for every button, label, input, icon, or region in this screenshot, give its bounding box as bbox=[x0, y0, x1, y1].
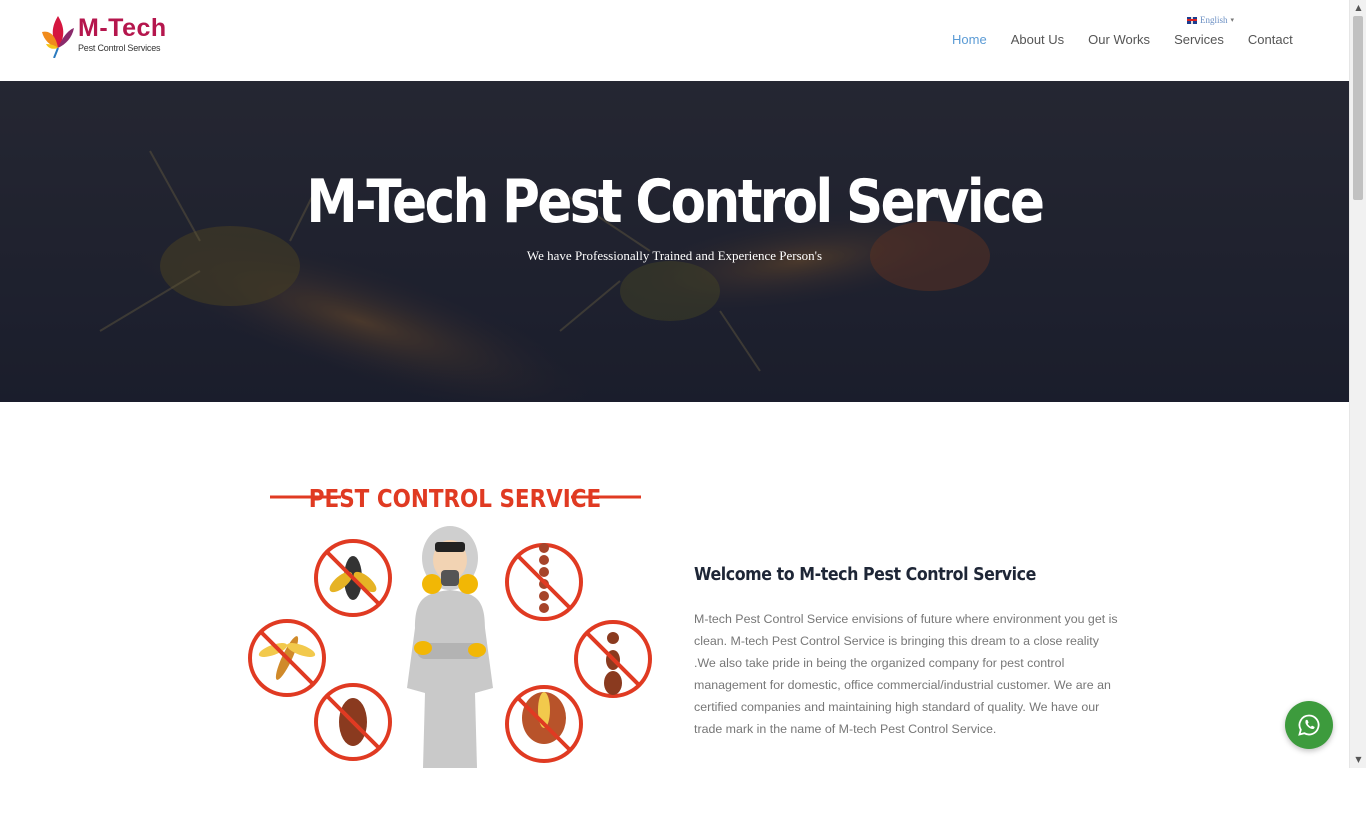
scroll-down-arrow-icon[interactable]: ▼ bbox=[1350, 752, 1366, 768]
hero-banner: M-Tech Pest Control Service We have Prof… bbox=[0, 81, 1349, 402]
whatsapp-button[interactable] bbox=[1285, 701, 1333, 749]
pest-control-illustration: PEST CONTROL SERVICE bbox=[245, 478, 657, 768]
nav-services[interactable]: Services bbox=[1174, 32, 1224, 47]
hero-title: M-Tech Pest Control Service bbox=[306, 167, 1045, 237]
nav-about-us[interactable]: About Us bbox=[1011, 32, 1064, 47]
language-label: English bbox=[1200, 15, 1228, 25]
hero-subtitle: We have Professionally Trained and Exper… bbox=[526, 248, 823, 263]
site-header: M-Tech Pest Control Services English ▾ H… bbox=[0, 0, 1349, 81]
site-logo[interactable]: M-Tech Pest Control Services bbox=[40, 12, 180, 60]
caret-down-icon: ▾ bbox=[1230, 16, 1235, 24]
bottom-blank-area bbox=[0, 768, 1366, 816]
language-selector[interactable]: English ▾ bbox=[1187, 15, 1234, 25]
welcome-description: M-tech Pest Control Service envisions of… bbox=[694, 612, 1118, 736]
uk-flag-icon bbox=[1187, 16, 1197, 24]
welcome-heading: Welcome to M-tech Pest Control Service bbox=[694, 564, 1036, 585]
nav-our-works[interactable]: Our Works bbox=[1088, 32, 1150, 47]
scrollbar-thumb[interactable] bbox=[1353, 16, 1363, 200]
page: M-Tech Pest Control Services English ▾ H… bbox=[0, 0, 1349, 816]
logo-mark-icon bbox=[42, 16, 74, 58]
pest-control-illustration-image: PEST CONTROL SERVICE bbox=[248, 484, 652, 768]
whatsapp-icon bbox=[1298, 714, 1320, 736]
main-nav: Home About Us Our Works Services Contact bbox=[952, 32, 1293, 47]
nav-contact[interactable]: Contact bbox=[1248, 32, 1293, 47]
nav-home[interactable]: Home bbox=[952, 32, 987, 47]
logo-wordmark: M-Tech bbox=[78, 14, 167, 42]
scroll-up-arrow-icon[interactable]: ▲ bbox=[1350, 0, 1366, 16]
logo-tagline: Pest Control Services bbox=[78, 43, 161, 53]
illustration-caption: PEST CONTROL SERVICE bbox=[309, 484, 601, 513]
vertical-scrollbar[interactable]: ▲ ▼ bbox=[1349, 0, 1366, 768]
hero-background-image bbox=[0, 81, 1349, 402]
